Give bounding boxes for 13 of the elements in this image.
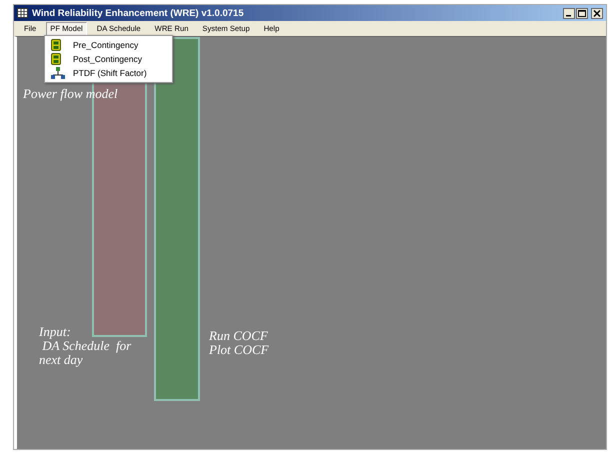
- device-icon: [51, 39, 61, 51]
- menu-option[interactable]: Pre_Contingency: [45, 38, 172, 52]
- maximize-icon[interactable]: [576, 8, 588, 18]
- menu-option[interactable]: PTDF (Shift Factor): [45, 66, 172, 80]
- app-icon: [17, 8, 28, 18]
- close-icon[interactable]: [591, 8, 603, 18]
- network-icon: [51, 67, 65, 79]
- device-icon: [51, 53, 61, 65]
- annotation-text: Input: DA Schedule for next day: [39, 325, 132, 367]
- menu-option[interactable]: Post_Contingency: [45, 52, 172, 66]
- window-title: Wind Reliability Enhancement (WRE) v1.0.0715: [32, 8, 245, 18]
- minimize-icon[interactable]: [563, 8, 575, 18]
- annotation-text: Run COCF Plot COCF: [209, 329, 269, 357]
